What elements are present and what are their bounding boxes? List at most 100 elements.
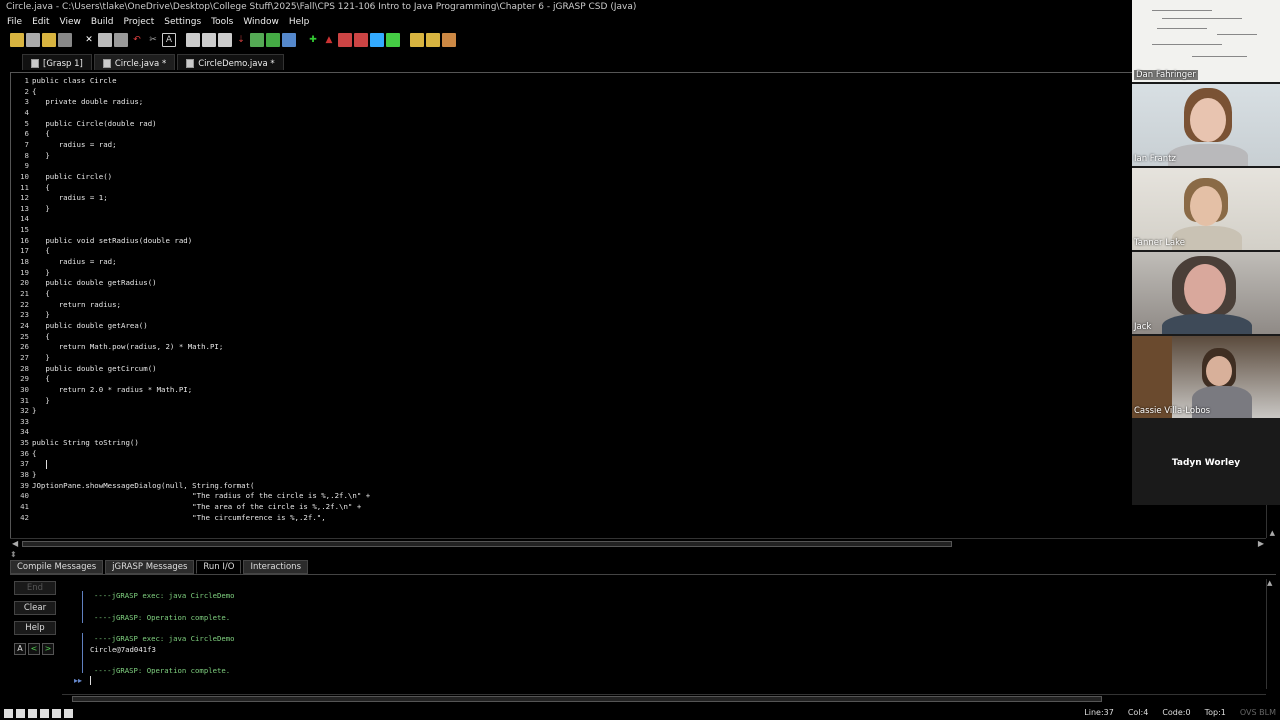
debug-icon[interactable]: ▲ [322,33,336,47]
code-line[interactable]: 24 public double getArea() [11,321,148,332]
participant-tile[interactable]: Tanner Lake [1132,168,1280,250]
participant-tile[interactable]: Cassie Villa-Lobos [1132,336,1280,418]
doc3-icon[interactable] [218,33,232,47]
code-line[interactable]: 21 { [11,289,50,300]
split-divider[interactable]: ⬍ [0,550,1280,559]
end-button[interactable]: End [14,581,56,595]
code-line[interactable]: 28 public double getCircum() [11,364,157,375]
code-line[interactable]: 11 { [11,183,50,194]
code-line[interactable]: 32} [11,406,36,417]
tab-run-io[interactable]: Run I/O [196,560,242,574]
stop-icon[interactable] [354,33,368,47]
code-line[interactable]: 37 [11,459,45,470]
code-line[interactable]: 9 [11,161,32,172]
code-line[interactable]: 39 JOptionPane.showMessageDialog(null, St… [11,481,254,492]
code-line[interactable]: 31 } [11,396,50,407]
code-line[interactable]: 41 "The area of the circle is %,.2f.\n" … [11,502,361,513]
console-vertical-scrollbar[interactable]: ▲ [1266,579,1276,689]
add-icon[interactable]: ✚ [306,33,320,47]
tab-interactions[interactable]: Interactions [243,560,308,574]
tab-circle-java[interactable]: Circle.java * [93,54,176,70]
cut-icon[interactable]: ✂ [146,33,160,47]
font-icon[interactable]: A [162,33,176,47]
scroll-up-icon[interactable]: ▲ [1270,529,1275,537]
code-line[interactable]: 14 [11,214,32,225]
scrollbar-thumb[interactable] [22,541,952,547]
code-line[interactable]: 4 [11,108,32,119]
taskbar-icon[interactable] [52,709,61,718]
taskbar-icon[interactable] [16,709,25,718]
code-line[interactable]: 36{ [11,449,36,460]
editor-horizontal-scrollbar[interactable]: ◀ ▶ [10,538,1266,548]
open-file-icon[interactable] [42,33,56,47]
window-icon[interactable] [370,33,384,47]
code-line[interactable]: 29 { [11,374,50,385]
participant-tile[interactable]: Dan Fahringer [1132,0,1280,82]
tab-jgrasp-messages[interactable]: jGRASP Messages [105,560,195,574]
prev-icon[interactable]: < [28,643,40,655]
menu-build[interactable]: Build [86,16,119,30]
code-line[interactable]: 18 radius = rad; [11,257,116,268]
font-icon[interactable]: A [14,643,26,655]
code-line[interactable]: 30 return 2.0 * radius * Math.PI; [11,385,192,396]
scroll-left-icon[interactable]: ◀ [12,539,18,548]
tab-grasp[interactable]: [Grasp 1] [22,54,92,70]
new-file-icon[interactable] [26,33,40,47]
code-line[interactable]: 10 public Circle() [11,172,112,183]
code-line[interactable]: 8 } [11,151,50,162]
code-line[interactable]: 1 public class Circle [11,76,117,87]
code-line[interactable]: 16 public void setRadius(double rad) [11,236,192,247]
code-line[interactable]: 20 public double getRadius() [11,278,157,289]
code-line[interactable]: 22 return radius; [11,300,121,311]
shield-icon[interactable] [282,33,296,47]
folder-icon[interactable] [426,33,440,47]
scroll-right-icon[interactable]: ▶ [1258,539,1264,548]
code-line[interactable]: 40 "The radius of the circle is %,.2f.\n… [11,491,370,502]
bug-icon[interactable] [338,33,352,47]
code-line[interactable]: 17 { [11,246,50,257]
code-line[interactable]: 27 } [11,353,50,364]
code-line[interactable]: 35 public String toString() [11,438,139,449]
taskbar-icon[interactable] [28,709,37,718]
code-line[interactable]: 26 return Math.pow(radius, 2) * Math.PI; [11,342,223,353]
taskbar-icon[interactable] [40,709,49,718]
run-icon[interactable] [250,33,264,47]
participant-tile[interactable]: Jack [1132,252,1280,334]
close-icon[interactable]: ✕ [82,33,96,47]
menu-edit[interactable]: Edit [27,16,54,30]
project-icon[interactable] [410,33,424,47]
tab-compile-messages[interactable]: Compile Messages [10,560,104,574]
clear-button[interactable]: Clear [14,601,56,615]
console-horizontal-scrollbar[interactable] [62,694,1266,702]
viewer-icon[interactable] [386,33,400,47]
code-line[interactable]: 23 } [11,310,50,321]
help-button[interactable]: Help [14,621,56,635]
step-icon[interactable]: ⇣ [234,33,248,47]
code-line[interactable]: 25 { [11,332,50,343]
doc2-icon[interactable] [202,33,216,47]
open-folder-icon[interactable] [10,33,24,47]
code-line[interactable]: 33 [11,417,32,428]
build-icon[interactable] [266,33,280,47]
code-line[interactable]: 19 } [11,268,50,279]
code-editor[interactable]: ▲ 1 public class Circle 2{3 private double… [10,72,1276,538]
code-line[interactable]: 34 [11,427,32,438]
participant-tile[interactable]: Tadyn Worley [1132,420,1280,505]
taskbar-icon[interactable] [4,709,13,718]
code-line[interactable]: 42 "The circumference is %,.2f.", [11,513,326,524]
doc-icon[interactable] [186,33,200,47]
code-line[interactable]: 15 [11,225,32,236]
scrollbar-thumb[interactable] [72,696,1102,702]
copy-icon[interactable] [98,33,112,47]
menu-view[interactable]: View [55,16,86,30]
tab-circledemo-java[interactable]: CircleDemo.java * [177,54,284,70]
code-line[interactable]: 38} [11,470,36,481]
menu-window[interactable]: Window [238,16,284,30]
menu-file[interactable]: File [2,16,27,30]
code-line[interactable]: 2{ [11,87,37,98]
code-line[interactable]: 3 private double radius; [11,97,144,108]
code-line[interactable]: 13 } [11,204,50,215]
code-line[interactable]: 5 public Circle(double rad) [11,119,157,130]
next-icon[interactable]: > [42,643,54,655]
taskbar-icon[interactable] [64,709,73,718]
